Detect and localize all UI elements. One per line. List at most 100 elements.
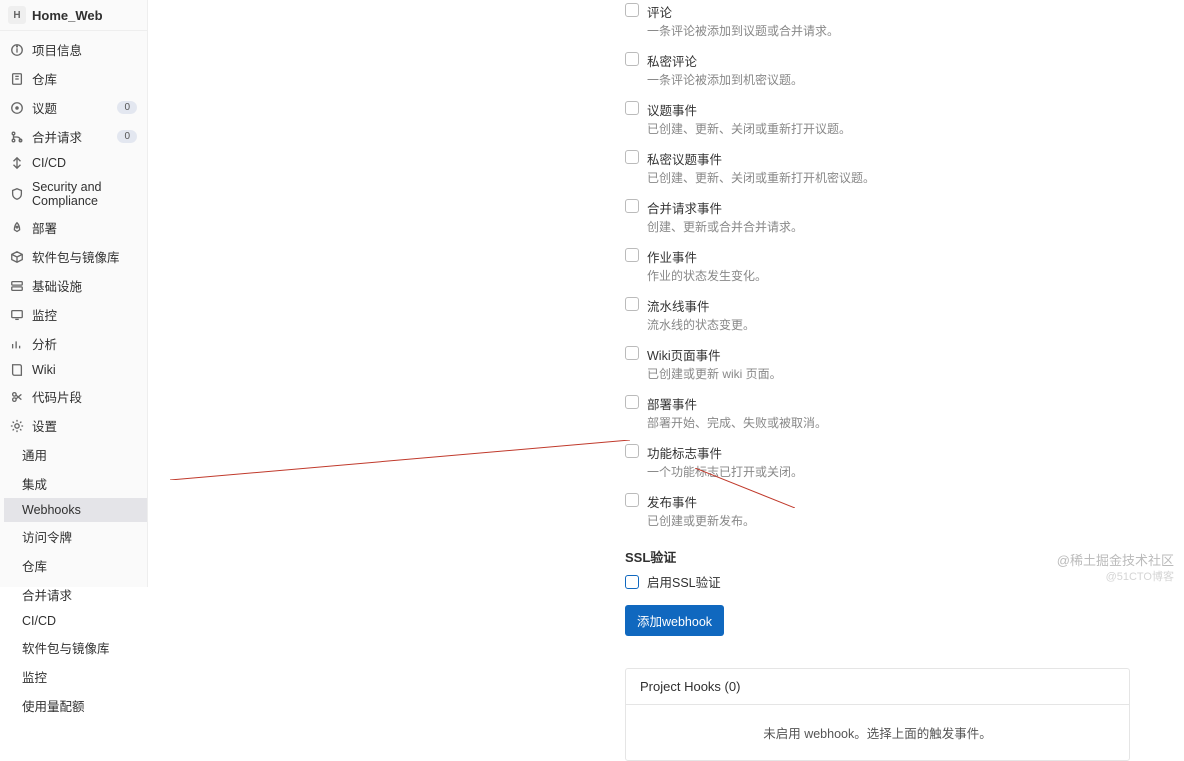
trigger-label: Wiki页面事件 <box>647 345 782 364</box>
trigger-checkbox[interactable] <box>625 493 639 507</box>
trigger-checkbox[interactable] <box>625 101 639 115</box>
trigger-row[interactable]: 作业事件作业的状态发生变化。 <box>625 247 1165 284</box>
repo-icon <box>10 72 24 86</box>
nav-item-book[interactable]: Wiki <box>0 358 147 382</box>
trigger-label: 作业事件 <box>647 247 767 266</box>
nav-item-merge[interactable]: 合并请求 0 <box>0 122 147 151</box>
nav-label: 项目信息 <box>32 40 82 59</box>
trigger-desc: 一个功能标志已打开或关闭。 <box>647 463 803 480</box>
main-content: 评论一条评论被添加到议题或合并请求。私密评论一条评论被添加到机密议题。议题事件已… <box>625 0 1165 761</box>
trigger-row[interactable]: 流水线事件流水线的状态变更。 <box>625 296 1165 333</box>
nav-label: 合并请求 <box>32 127 82 146</box>
trigger-checkbox[interactable] <box>625 199 639 213</box>
watermark-51cto: @51CTO博客 <box>1106 568 1174 584</box>
nav-list: 项目信息仓库议题0合并请求0CI/CDSecurity and Complian… <box>0 31 147 724</box>
sidebar: H Home_Web 项目信息仓库议题0合并请求0CI/CDSecurity a… <box>0 0 148 587</box>
pipeline-icon <box>10 156 24 170</box>
project-hooks-panel: Project Hooks (0) 未启用 webhook。选择上面的触发事件。 <box>625 668 1130 761</box>
trigger-row[interactable]: 合并请求事件创建、更新或合并合并请求。 <box>625 198 1165 235</box>
ssl-label: 启用SSL验证 <box>647 572 721 591</box>
trigger-label: 发布事件 <box>647 492 755 511</box>
project-name: Home_Web <box>32 8 103 23</box>
nav-item-pipeline[interactable]: CI/CD <box>0 151 147 175</box>
nav-item-monitor[interactable]: 监控 <box>0 300 147 329</box>
nav-label: 设置 <box>32 416 57 435</box>
nav-badge: 0 <box>117 130 137 143</box>
nav-label: 软件包与镜像库 <box>32 247 120 266</box>
trigger-desc: 已创建、更新、关闭或重新打开议题。 <box>647 120 851 137</box>
trigger-checkbox[interactable] <box>625 395 639 409</box>
nav-item-rocket[interactable]: 部署 <box>0 213 147 242</box>
trigger-desc: 流水线的状态变更。 <box>647 316 755 333</box>
trigger-list: 评论一条评论被添加到议题或合并请求。私密评论一条评论被添加到机密议题。议题事件已… <box>625 2 1165 529</box>
settings-sublist: 通用集成Webhooks访问令牌仓库合并请求CI/CD软件包与镜像库监控使用量配… <box>0 440 147 720</box>
trigger-text: 评论一条评论被添加到议题或合并请求。 <box>647 2 839 39</box>
nav-item-info[interactable]: 项目信息 <box>0 35 147 64</box>
trigger-row[interactable]: 部署事件部署开始、完成、失败或被取消。 <box>625 394 1165 431</box>
settings-sub-item[interactable]: Webhooks <box>4 498 147 522</box>
trigger-text: 功能标志事件一个功能标志已打开或关闭。 <box>647 443 803 480</box>
trigger-row[interactable]: 议题事件已创建、更新、关闭或重新打开议题。 <box>625 100 1165 137</box>
trigger-checkbox[interactable] <box>625 248 639 262</box>
nav-item-infra[interactable]: 基础设施 <box>0 271 147 300</box>
settings-sub-item[interactable]: 集成 <box>4 469 147 498</box>
trigger-checkbox[interactable] <box>625 150 639 164</box>
project-hooks-header: Project Hooks (0) <box>626 669 1129 705</box>
merge-icon <box>10 130 24 144</box>
trigger-text: 流水线事件流水线的状态变更。 <box>647 296 755 333</box>
trigger-row[interactable]: 私密评论一条评论被添加到机密议题。 <box>625 51 1165 88</box>
nav-label: 仓库 <box>32 69 57 88</box>
trigger-label: 议题事件 <box>647 100 851 119</box>
trigger-row[interactable]: 评论一条评论被添加到议题或合并请求。 <box>625 2 1165 39</box>
settings-sub-item[interactable]: 访问令牌 <box>4 522 147 551</box>
info-icon <box>10 43 24 57</box>
nav-item-gear[interactable]: 设置 <box>0 411 147 440</box>
trigger-checkbox[interactable] <box>625 444 639 458</box>
nav-label: 部署 <box>32 218 57 237</box>
trigger-label: 合并请求事件 <box>647 198 803 217</box>
annotation-line-1 <box>170 440 630 480</box>
settings-sub-item[interactable]: 仓库 <box>4 551 147 580</box>
settings-sub-item[interactable]: 合并请求 <box>4 580 147 609</box>
nav-item-package[interactable]: 软件包与镜像库 <box>0 242 147 271</box>
nav-item-chart[interactable]: 分析 <box>0 329 147 358</box>
trigger-label: 私密议题事件 <box>647 149 875 168</box>
trigger-checkbox[interactable] <box>625 3 639 17</box>
trigger-desc: 部署开始、完成、失败或被取消。 <box>647 414 827 431</box>
nav-item-shield[interactable]: Security and Compliance <box>0 175 147 213</box>
nav-item-scissors[interactable]: 代码片段 <box>0 382 147 411</box>
settings-sub-item[interactable]: 通用 <box>4 440 147 469</box>
trigger-row[interactable]: 功能标志事件一个功能标志已打开或关闭。 <box>625 443 1165 480</box>
trigger-text: 私密评论一条评论被添加到机密议题。 <box>647 51 803 88</box>
trigger-text: 私密议题事件已创建、更新、关闭或重新打开机密议题。 <box>647 149 875 186</box>
trigger-text: 议题事件已创建、更新、关闭或重新打开议题。 <box>647 100 851 137</box>
trigger-checkbox[interactable] <box>625 297 639 311</box>
nav-label: Security and Compliance <box>32 180 137 208</box>
issue-icon <box>10 101 24 115</box>
trigger-row[interactable]: 私密议题事件已创建、更新、关闭或重新打开机密议题。 <box>625 149 1165 186</box>
nav-label: 议题 <box>32 98 57 117</box>
trigger-label: 部署事件 <box>647 394 827 413</box>
trigger-desc: 创建、更新或合并合并请求。 <box>647 218 803 235</box>
trigger-text: 部署事件部署开始、完成、失败或被取消。 <box>647 394 827 431</box>
project-hooks-empty: 未启用 webhook。选择上面的触发事件。 <box>626 705 1129 760</box>
nav-item-repo[interactable]: 仓库 <box>0 64 147 93</box>
add-webhook-button[interactable]: 添加webhook <box>625 605 724 636</box>
settings-sub-item[interactable]: 软件包与镜像库 <box>4 633 147 662</box>
ssl-enable-row[interactable]: 启用SSL验证 <box>625 572 1165 591</box>
trigger-text: 作业事件作业的状态发生变化。 <box>647 247 767 284</box>
gear-icon <box>10 419 24 433</box>
settings-sub-item[interactable]: 监控 <box>4 662 147 691</box>
trigger-checkbox[interactable] <box>625 346 639 360</box>
shield-icon <box>10 187 24 201</box>
trigger-label: 功能标志事件 <box>647 443 803 462</box>
trigger-desc: 已创建或更新发布。 <box>647 512 755 529</box>
settings-sub-item[interactable]: 使用量配额 <box>4 691 147 720</box>
settings-sub-item[interactable]: CI/CD <box>4 609 147 633</box>
watermark-juejin: @稀土掘金技术社区 <box>1057 550 1174 569</box>
nav-item-issue[interactable]: 议题0 <box>0 93 147 122</box>
trigger-checkbox[interactable] <box>625 52 639 66</box>
trigger-row[interactable]: 发布事件已创建或更新发布。 <box>625 492 1165 529</box>
trigger-row[interactable]: Wiki页面事件已创建或更新 wiki 页面。 <box>625 345 1165 382</box>
nav-label: 监控 <box>32 305 57 324</box>
